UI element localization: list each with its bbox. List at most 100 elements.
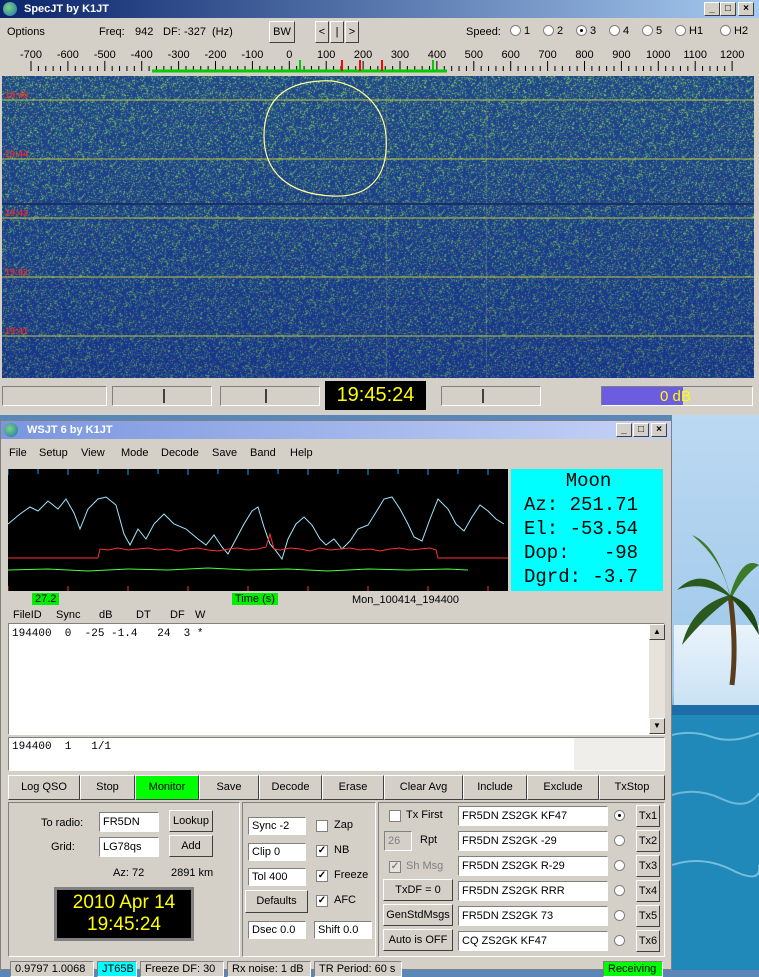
- contrast-slider[interactable]: [220, 386, 320, 406]
- stop-button[interactable]: Stop: [80, 775, 135, 800]
- to-radio-input[interactable]: FR5DN: [99, 812, 159, 832]
- tol-field[interactable]: Tol 400: [248, 868, 306, 886]
- auto-button[interactable]: Auto is OFF: [383, 929, 453, 951]
- menu-save[interactable]: Save: [212, 447, 237, 459]
- sh-msg-checkbox[interactable]: ✓: [389, 861, 401, 873]
- maximize-icon[interactable]: □: [720, 2, 736, 16]
- speed-radio-h2[interactable]: [720, 25, 731, 36]
- tx1-message[interactable]: FR5DN ZS2GK KF47: [458, 806, 608, 826]
- grid-input[interactable]: LG78qs: [99, 837, 159, 857]
- tx2-message[interactable]: FR5DN ZS2GK -29: [458, 831, 608, 851]
- genstdmsgs-button[interactable]: GenStdMsgs: [383, 904, 453, 926]
- menu-view[interactable]: View: [81, 447, 105, 459]
- tx4-message[interactable]: FR5DN ZS2GK RRR: [458, 881, 608, 901]
- log-qso-button[interactable]: Log QSO: [8, 775, 80, 800]
- txdf-button[interactable]: TxDF = 0: [383, 879, 453, 901]
- include-button[interactable]: Include: [463, 775, 527, 800]
- wsjt-title-bar[interactable]: WSJT 6 by K1JT _ □ ×: [1, 421, 671, 439]
- tx3-radio[interactable]: [614, 860, 625, 871]
- menu-help[interactable]: Help: [290, 447, 313, 459]
- specjt-title: SpecJT by K1JT: [24, 3, 109, 15]
- tx6-message[interactable]: CQ ZS2GK KF47: [458, 931, 608, 951]
- speed-option-h2[interactable]: H2: [720, 25, 748, 37]
- tx5-radio[interactable]: [614, 910, 625, 921]
- speed-radio-2[interactable]: [543, 25, 554, 36]
- speed-option-2[interactable]: 2: [543, 25, 563, 37]
- scrollbar[interactable]: ▲ ▼: [649, 624, 665, 734]
- decode-button[interactable]: Decode: [259, 775, 322, 800]
- menu-band[interactable]: Band: [250, 447, 276, 459]
- minimize-icon[interactable]: _: [704, 2, 720, 16]
- tx5-message[interactable]: FR5DN ZS2GK 73: [458, 906, 608, 926]
- scale-label: 100: [317, 49, 335, 61]
- speed-radio-3[interactable]: [576, 25, 587, 36]
- decoded-text-area[interactable]: 194400 0 -25 -1.4 24 3 * ▲ ▼: [8, 623, 665, 735]
- zap-checkbox[interactable]: [316, 820, 328, 832]
- brightness-slider[interactable]: [112, 386, 212, 406]
- tx1-button[interactable]: Tx1: [636, 805, 660, 827]
- menu-file[interactable]: File: [9, 447, 27, 459]
- speed-option-1[interactable]: 1: [510, 25, 530, 37]
- menu-setup[interactable]: Setup: [39, 447, 68, 459]
- clear-avg-button[interactable]: Clear Avg: [384, 775, 463, 800]
- globe-icon: [3, 2, 17, 16]
- df-label: DF:: [163, 26, 181, 38]
- rpt-field[interactable]: 26: [384, 831, 412, 851]
- bw-button[interactable]: BW: [269, 21, 295, 43]
- sync-field[interactable]: Sync -2: [248, 817, 306, 835]
- tx6-button[interactable]: Tx6: [636, 930, 660, 952]
- afc-checkbox[interactable]: ✓: [316, 895, 328, 907]
- nav-center-button[interactable]: |: [330, 21, 344, 43]
- options-menu[interactable]: Options: [7, 26, 45, 38]
- shift-field[interactable]: Shift 0.0: [314, 921, 372, 939]
- add-button[interactable]: Add: [169, 835, 213, 857]
- tx2-radio[interactable]: [614, 835, 625, 846]
- scroll-up-icon[interactable]: ▲: [649, 624, 665, 640]
- minimize-icon[interactable]: _: [616, 423, 632, 437]
- waterfall-display[interactable]: 19:45 19:44 19:43 19:42 19:41: [2, 76, 754, 378]
- close-icon[interactable]: ×: [738, 2, 754, 16]
- freeze-checkbox[interactable]: ✓: [316, 870, 328, 882]
- speed-option-5[interactable]: 5: [642, 25, 662, 37]
- txstop-button[interactable]: TxStop: [599, 775, 665, 800]
- save-button[interactable]: Save: [199, 775, 259, 800]
- maximize-icon[interactable]: □: [633, 423, 649, 437]
- nav-right-button[interactable]: >: [345, 21, 359, 43]
- menu-mode[interactable]: Mode: [121, 447, 149, 459]
- speed-radio-1[interactable]: [510, 25, 521, 36]
- exclude-button[interactable]: Exclude: [527, 775, 599, 800]
- tx-first-checkbox[interactable]: [389, 810, 401, 822]
- scroll-down-icon[interactable]: ▼: [649, 718, 665, 734]
- average-text-area[interactable]: 194400 1 1/1: [8, 737, 665, 771]
- tx2-button[interactable]: Tx2: [636, 830, 660, 852]
- speed-option-h1[interactable]: H1: [675, 25, 703, 37]
- gain-meter: 0 dB: [601, 386, 753, 406]
- tx4-radio[interactable]: [614, 885, 625, 896]
- menu-decode[interactable]: Decode: [161, 447, 199, 459]
- clip-field[interactable]: Clip 0: [248, 843, 306, 861]
- freq-label: Freq:: [99, 26, 125, 38]
- defaults-button[interactable]: Defaults: [245, 890, 308, 913]
- clock-value: 19:45:24: [87, 914, 161, 935]
- tx6-radio[interactable]: [614, 935, 625, 946]
- close-icon[interactable]: ×: [651, 423, 667, 437]
- zero-slider[interactable]: [441, 386, 541, 406]
- speed-label-3: 3: [587, 25, 597, 37]
- tx5-button[interactable]: Tx5: [636, 905, 660, 927]
- speed-radio-4[interactable]: [609, 25, 620, 36]
- speed-radio-h1[interactable]: [675, 25, 686, 36]
- tx1-radio[interactable]: [614, 810, 625, 821]
- nb-checkbox[interactable]: ✓: [316, 845, 328, 857]
- tx3-message[interactable]: FR5DN ZS2GK R-29: [458, 856, 608, 876]
- specjt-title-bar[interactable]: SpecJT by K1JT _ □ ×: [0, 0, 759, 18]
- tx3-button[interactable]: Tx3: [636, 855, 660, 877]
- speed-radio-5[interactable]: [642, 25, 653, 36]
- speed-option-3[interactable]: 3: [576, 25, 596, 37]
- tx4-button[interactable]: Tx4: [636, 880, 660, 902]
- lookup-button[interactable]: Lookup: [169, 810, 213, 832]
- dsec-field[interactable]: Dsec 0.0: [248, 921, 306, 939]
- nav-left-button[interactable]: <: [315, 21, 329, 43]
- erase-button[interactable]: Erase: [322, 775, 384, 800]
- monitor-button[interactable]: Monitor: [135, 775, 199, 800]
- speed-option-4[interactable]: 4: [609, 25, 629, 37]
